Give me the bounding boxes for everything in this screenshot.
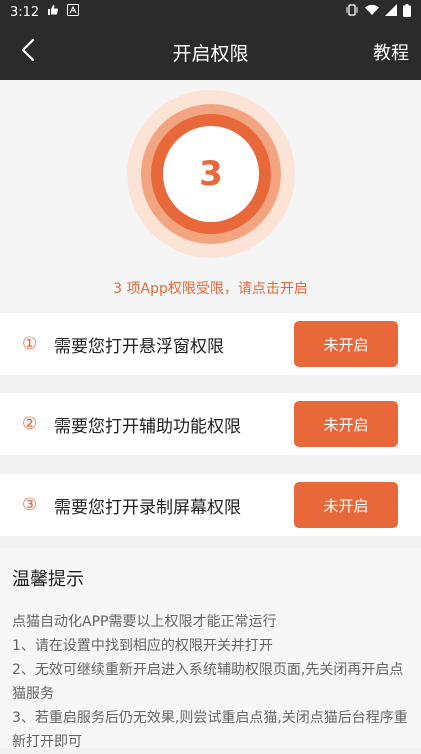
tips-body: 点猫自动化APP需要以上权限才能正常运行 1、请在设置中找到相应的权限开关并打开… [12, 610, 409, 754]
status-time: 3:12 [10, 4, 40, 20]
restricted-count: 3 [163, 126, 259, 222]
vibrate-icon [345, 4, 359, 20]
signal-icon [385, 4, 397, 20]
enable-screen-record-button[interactable]: 未开启 [294, 482, 398, 528]
permission-number: ③ [22, 495, 38, 515]
tips-line: 3、若重启服务后仍无效果,则尝试重启点猫,关闭点猫后台程序重新打开即可 [12, 710, 408, 750]
battery-icon [403, 3, 411, 21]
permission-label: 需要您打开悬浮窗权限 [54, 336, 224, 357]
tutorial-button[interactable]: 教程 [373, 39, 409, 65]
permission-row-screen-record: ③ 需要您打开录制屏幕权限 未开启 [0, 474, 421, 536]
enable-overlay-button[interactable]: 未开启 [294, 321, 398, 367]
app-notification-icon [67, 4, 80, 20]
enable-accessibility-button[interactable]: 未开启 [294, 401, 398, 447]
page-title: 开启权限 [172, 42, 249, 65]
permission-summary: 3 3 项App权限受限，请点击开启 [0, 80, 421, 312]
thumbs-up-icon [47, 4, 59, 20]
tips-title: 温馨提示 [12, 569, 84, 590]
tips-section: 温馨提示 点猫自动化APP需要以上权限才能正常运行 1、请在设置中找到相应的权限… [0, 548, 421, 750]
tips-line: 2、无效可继续重新开启进入系统辅助权限页面,先关闭再开启点猫服务 [12, 662, 404, 702]
permission-label: 需要您打开录制屏幕权限 [54, 497, 241, 518]
permission-number: ② [22, 414, 38, 434]
restricted-count-badge: 3 [127, 90, 295, 258]
back-button[interactable] [0, 24, 56, 80]
wifi-icon [365, 4, 379, 20]
permission-row-accessibility: ② 需要您打开辅助功能权限 未开启 [0, 393, 421, 455]
permission-row-overlay: ① 需要您打开悬浮窗权限 未开启 [0, 313, 421, 375]
permission-number: ① [22, 334, 38, 354]
back-arrow-icon [21, 38, 35, 66]
status-bar: 3:12 [0, 0, 421, 24]
restricted-message: 3 项App权限受限，请点击开启 [113, 281, 308, 297]
tips-line: 1、请在设置中找到相应的权限开关并打开 [12, 638, 273, 654]
app-bar: 开启权限 教程 [0, 24, 421, 80]
tips-line: 点猫自动化APP需要以上权限才能正常运行 [12, 614, 277, 630]
permission-label: 需要您打开辅助功能权限 [54, 416, 241, 437]
